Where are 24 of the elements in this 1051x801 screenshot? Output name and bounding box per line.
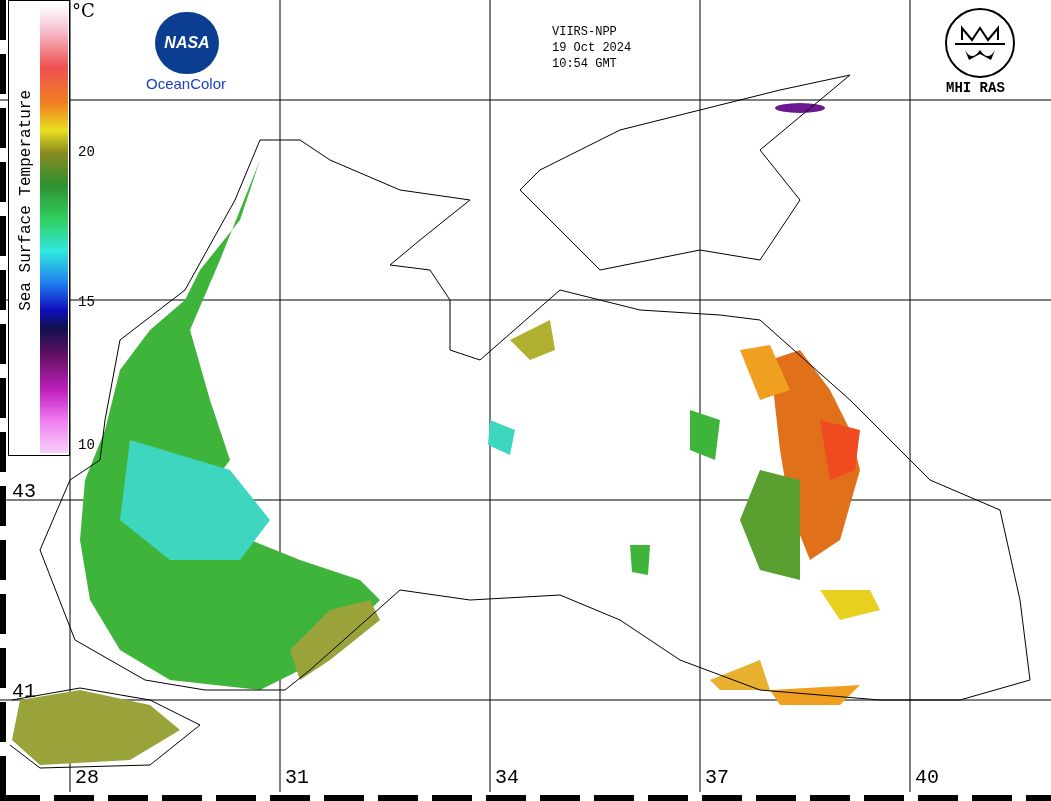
latitude-label: 41 <box>12 682 36 702</box>
latitude-label: 43 <box>12 482 36 502</box>
longitude-label: 34 <box>495 768 519 788</box>
temperature-patch <box>488 420 515 455</box>
logo-caption: OceanColor <box>146 76 227 91</box>
temperature-patch <box>775 103 825 113</box>
temperature-patch <box>630 545 650 575</box>
time-label: 10:54 GMT <box>552 56 617 72</box>
date-label: 19 Oct 2024 <box>552 40 632 56</box>
scale-tick-label: 20 <box>78 145 95 159</box>
unit-label: °C <box>72 2 95 20</box>
temperature-patch <box>510 320 555 360</box>
sensor-label: VIIRS-NPP <box>552 24 617 40</box>
scale-tick-label: 10 <box>78 438 95 452</box>
temperature-patch <box>820 590 880 620</box>
longitude-label: 40 <box>915 768 939 788</box>
longitude-label: 28 <box>75 768 99 788</box>
scale-tick-label: 15 <box>78 295 95 309</box>
logo-text: NASA <box>164 33 210 53</box>
longitude-label: 37 <box>705 768 729 788</box>
temperature-patch <box>690 410 720 460</box>
legend-title: Sea Surface Temperature <box>18 90 34 311</box>
longitude-label: 31 <box>285 768 309 788</box>
institute-label: MHI RAS <box>946 81 1005 95</box>
